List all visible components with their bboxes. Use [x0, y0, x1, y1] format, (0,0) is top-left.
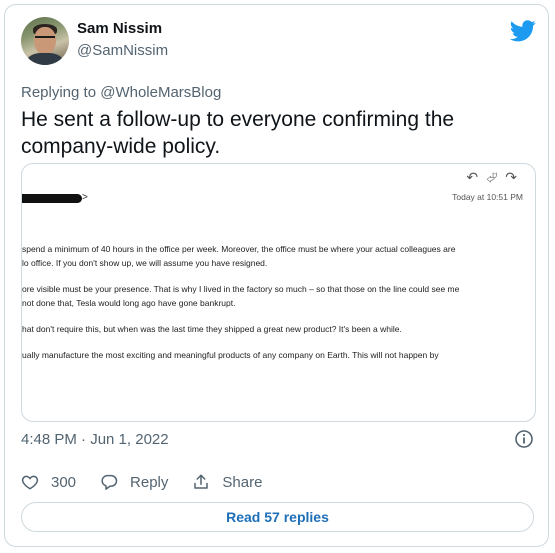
reply-context: Replying to @WholeMarsBlog — [21, 84, 221, 101]
tweet-timestamp[interactable]: 4:48 PM · Jun 1, 2022 — [21, 431, 169, 448]
like-count: 300 — [51, 473, 77, 491]
avatar-shirt — [27, 53, 63, 65]
forward-icon: ↷ — [505, 170, 525, 186]
reply-button[interactable]: Reply — [100, 473, 168, 491]
email-screenshot-image[interactable]: ↶⮰↷ > Today at 10:51 PM spend a minimum … — [21, 163, 536, 422]
email-line: ore visible must be your presence. That … — [22, 284, 460, 294]
sender-bracket: > — [82, 192, 88, 203]
avatar-glasses — [35, 36, 55, 43]
email-action-icons: ↶⮰↷ — [466, 170, 525, 186]
tweet-text: He sent a follow-up to everyone confirmi… — [21, 108, 455, 158]
tweet-card: Sam Nissim @SamNissim Replying to @Whole… — [4, 4, 549, 547]
email-line: not done that, Tesla would long ago have… — [22, 298, 236, 308]
reply-label: Reply — [130, 473, 169, 491]
email-line: ually manufacture the most exciting and … — [22, 350, 439, 360]
info-icon[interactable] — [514, 429, 534, 449]
share-label: Share — [222, 473, 263, 491]
reply-bubble-icon — [101, 474, 118, 490]
read-replies-button[interactable]: Read 57 replies — [21, 502, 534, 532]
tweet-actions: 300 Reply Share — [21, 472, 286, 492]
email-line: spend a minimum of 40 hours in the offic… — [22, 244, 456, 254]
share-icon — [194, 474, 209, 489]
heart-icon — [21, 475, 39, 490]
author-handle[interactable]: @SamNissim — [77, 42, 168, 59]
share-button[interactable]: Share — [192, 473, 262, 491]
reply-arrow-icon: ↶ — [466, 170, 487, 186]
author-display-name[interactable]: Sam Nissim — [77, 20, 162, 37]
reply-all-icon: ⮰ — [486, 170, 506, 186]
redacted-sender — [22, 194, 82, 203]
twitter-bird-icon[interactable] — [510, 20, 536, 42]
like-button[interactable]: 300 — [21, 473, 76, 491]
email-time: Today at 10:51 PM — [452, 192, 523, 202]
email-line: lo office. If you don't show up, we will… — [22, 258, 268, 268]
avatar[interactable] — [21, 17, 69, 65]
reply-prefix: Replying to — [21, 84, 97, 101]
reply-target-link[interactable]: @WholeMarsBlog — [100, 84, 221, 101]
email-line: hat don't require this, but when was the… — [22, 324, 402, 334]
